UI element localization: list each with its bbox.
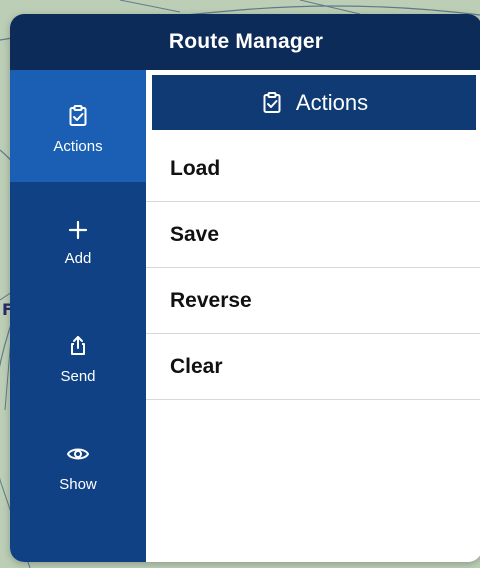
plus-icon bbox=[68, 220, 88, 240]
save-button[interactable]: Save bbox=[146, 202, 480, 268]
share-upload-icon bbox=[71, 336, 85, 355]
panel-title: Route Manager bbox=[168, 30, 324, 53]
sidebar-item-label: Actions bbox=[53, 138, 103, 155]
actions-content: Actions Load Save Reverse Clear bbox=[146, 70, 480, 562]
load-button[interactable]: Load bbox=[146, 136, 480, 202]
clipboard-check-icon bbox=[263, 91, 281, 113]
sidebar-item-label: Send bbox=[60, 368, 96, 385]
sidebar-item-label: Show bbox=[59, 476, 97, 493]
sidebar-item-actions[interactable]: Actions bbox=[10, 70, 146, 182]
eye-icon bbox=[67, 448, 89, 460]
section-header: Actions bbox=[152, 75, 476, 130]
clipboard-check-icon bbox=[69, 105, 87, 126]
title-bar: Route Manager bbox=[10, 14, 480, 70]
clear-button[interactable]: Clear bbox=[146, 334, 480, 400]
reverse-button[interactable]: Reverse bbox=[146, 268, 480, 334]
sidebar-item-label: Add bbox=[64, 250, 92, 267]
sidebar-item-add[interactable]: Add bbox=[10, 218, 146, 278]
sidebar-item-send[interactable]: Send bbox=[10, 334, 146, 394]
route-manager-panel: Route Manager Actions Add Send Show Acti… bbox=[10, 14, 480, 562]
sidebar: Actions Add Send Show bbox=[10, 70, 146, 562]
sidebar-item-show[interactable]: Show bbox=[10, 442, 146, 502]
section-title: Actions bbox=[295, 89, 369, 115]
